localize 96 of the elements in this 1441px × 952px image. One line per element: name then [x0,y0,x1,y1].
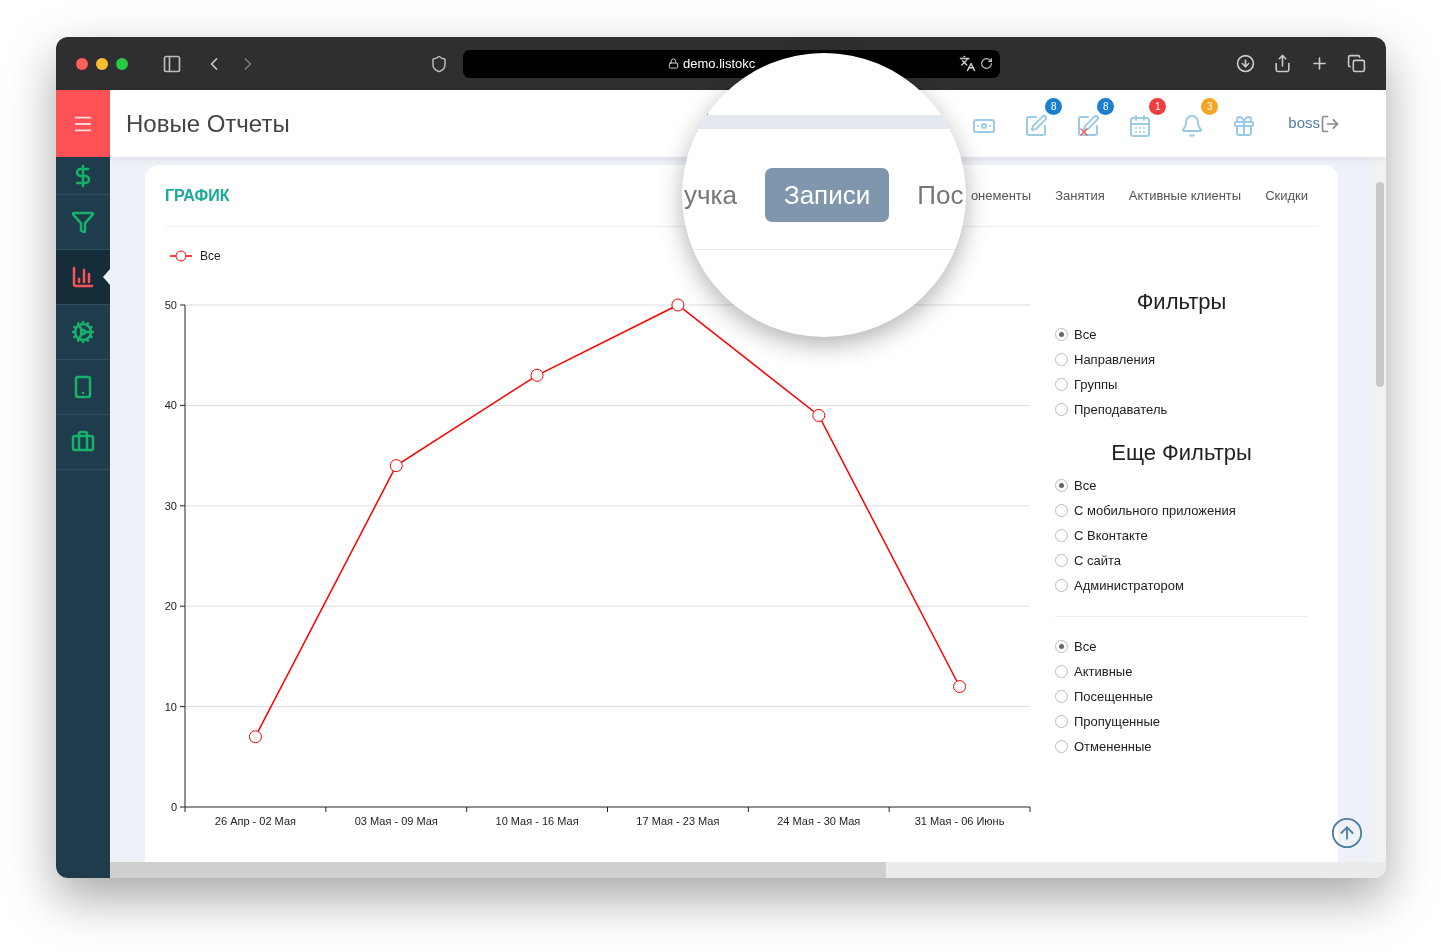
report-tab[interactable]: Скидки [1265,185,1308,206]
legend-item[interactable]: Все [169,249,221,263]
gift-icon [1232,113,1257,138]
zoomed-tab[interactable]: Записи [764,168,890,222]
y-tick-label: 20 [164,600,177,613]
scroll-to-top-icon[interactable] [1330,816,1364,850]
radio-label: Группы [1074,375,1118,394]
sidebar-item[interactable] [56,250,110,305]
y-tick-label: 40 [164,399,177,412]
count-badge: 8 [1045,97,1063,115]
translate-icon[interactable] [959,55,976,72]
x-tick-label: 10 Мая - 16 Мая [495,815,579,827]
radio-label: Администратором [1074,576,1184,595]
radio-button[interactable] [1055,479,1068,492]
tabs-overview-icon[interactable] [1347,54,1366,73]
radio-label: Все [1074,637,1097,656]
radio-button[interactable] [1055,403,1068,416]
url-text: demo.listokc [683,54,756,73]
radio-label: С мобильного приложения [1074,501,1236,520]
card-title: ГРАФИК [165,185,230,206]
data-point [248,730,262,744]
data-point [671,298,685,312]
radio-button[interactable] [1055,715,1068,728]
gears-icon [71,320,95,344]
edit-icon [1024,113,1049,138]
download-icon[interactable] [1236,54,1255,73]
radio-label: Пропущенные [1074,712,1161,731]
lock-icon [668,58,679,69]
bell-icon [1180,113,1205,138]
user-name[interactable]: boss [1288,112,1320,135]
count-badge: 8 [1097,97,1115,115]
y-tick-label: 0 [170,801,177,813]
shield-icon[interactable] [430,54,448,73]
count-badge: 1 [1149,97,1167,115]
bar-chart-icon [71,265,95,289]
vertical-scrollbar[interactable] [1373,157,1386,862]
radio-label: С сайта [1074,551,1122,570]
zoomed-tab[interactable]: учка [684,175,737,215]
cross-icon [1078,125,1091,138]
x-tick-label: 17 Мая - 23 Мая [636,815,720,827]
x-tick-label: 03 Мая - 09 Мая [354,815,438,827]
count-badge: 3 [1201,97,1219,115]
active-pointer [103,269,110,285]
radio-label: Все [1074,325,1097,344]
filter-group-title: Фильтры [1135,288,1228,316]
edit-cross-icon [1076,113,1101,138]
data-point [389,459,403,473]
legend-label: Все [200,249,221,263]
page-title: Новые Отчеты [126,108,290,139]
radio-label: Преподаватель [1074,400,1168,419]
data-point [530,368,544,382]
radio-button[interactable] [1055,378,1068,391]
zoom-button[interactable] [116,57,128,70]
radio-label: Посещенные [1074,687,1153,706]
radio-button[interactable] [1055,353,1068,366]
new-tab-icon[interactable] [1310,54,1329,73]
horizontal-scrollbar[interactable] [110,862,1386,878]
radio-button[interactable] [1055,640,1068,653]
radio-button[interactable] [1055,554,1068,567]
sidebar-toggle-icon[interactable] [162,53,182,74]
radio-label: С Вконтакте [1074,526,1148,545]
header-icon-button[interactable]: 8 [1070,97,1115,142]
y-tick-label: 50 [164,299,177,311]
radio-label: Все [1074,476,1097,495]
funnel-icon [71,210,95,234]
minimize-button[interactable] [96,57,108,70]
report-tab[interactable]: Занятия [1055,185,1105,206]
report-tab[interactable]: Активные клиенты [1128,185,1242,206]
radio-label: Направления [1074,350,1156,369]
y-tick-label: 30 [164,499,177,512]
zoomed-tab[interactable]: Пос [917,175,964,215]
data-point [953,680,967,693]
radio-label: Отмененные [1074,737,1152,756]
x-tick-label: 24 Мая - 30 Мая [777,815,861,827]
radio-button[interactable] [1055,529,1068,542]
radio-label: Активные [1074,662,1133,681]
header-icon-button[interactable]: 1 [1122,97,1167,142]
header-icon-button[interactable]: 8 [1018,97,1063,142]
report-tab[interactable]: онементы [970,185,1032,206]
x-tick-label: 26 Апр - 02 Мая [214,815,296,827]
close-button[interactable] [76,57,88,70]
radio-button[interactable] [1055,504,1068,517]
logout-icon[interactable] [1320,113,1340,134]
radio-button[interactable] [1055,579,1068,592]
radio-button[interactable] [1055,328,1068,341]
radio-button[interactable] [1055,740,1068,753]
radio-button[interactable] [1055,665,1068,678]
calendar-icon [1128,113,1153,138]
filter-group-title: Еще Фильтры [1110,439,1253,467]
data-point [812,408,826,422]
briefcase-icon [71,430,95,454]
y-tick-label: 10 [164,700,177,713]
reload-icon[interactable] [980,57,993,70]
radio-button[interactable] [1055,690,1068,703]
share-icon[interactable] [1273,54,1292,73]
x-tick-label: 31 Мая - 06 Июнь [914,815,1005,827]
